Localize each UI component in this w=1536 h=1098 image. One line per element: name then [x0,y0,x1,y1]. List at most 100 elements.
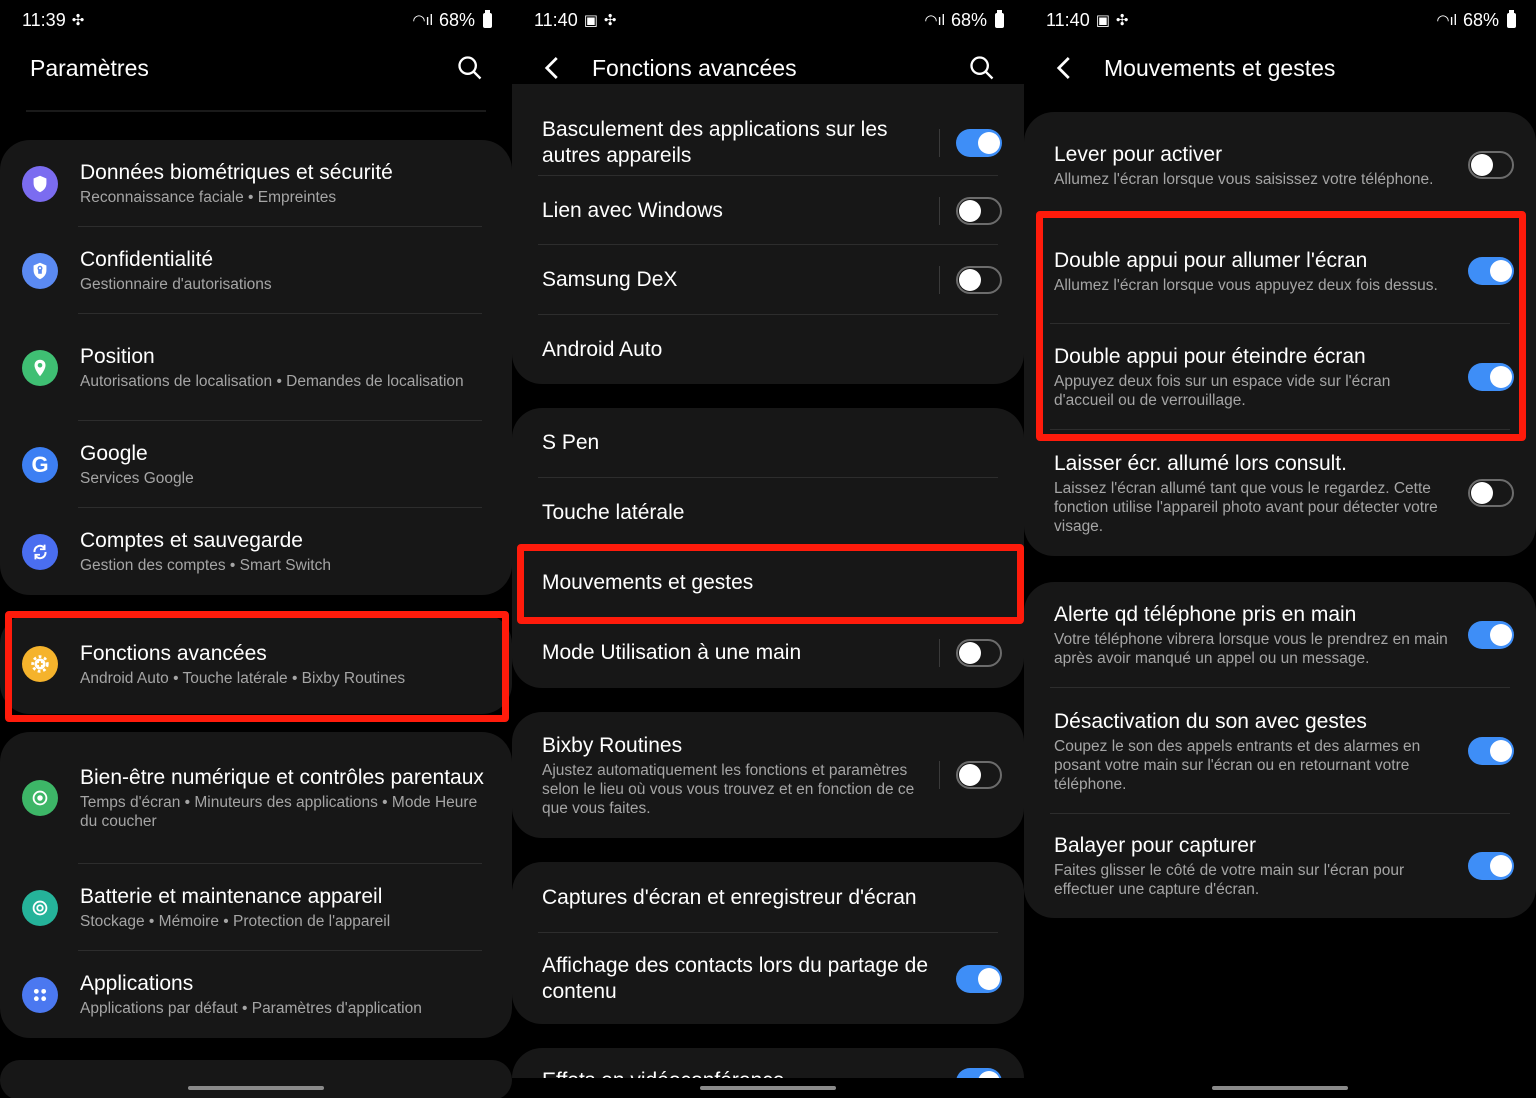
item-title: S Pen [542,431,600,454]
toggle-switch[interactable] [956,129,1002,157]
item-title: Bixby Routines [542,733,683,757]
settings-item-digital-wellbeing[interactable]: Bien-être numérique et contrôles parenta… [0,732,512,864]
item-subtitle: Coupez le son des appels entrants et des… [1054,737,1421,793]
app-bar: Paramètres [30,48,484,88]
item-subtitle: Temps d'écran • Minuteurs des applicatio… [80,794,478,830]
home-indicator[interactable] [700,1086,836,1090]
settings-item-google[interactable]: G Google Services Google [0,421,512,508]
toggle-switch[interactable] [956,761,1002,789]
motions-gestures-panel: 11:40 ▣ ✣ ◠ıl 68% Mouvements et gestes L… [1024,0,1536,1098]
advanced-features-panel: 11:40 ▣ ✣ ◠ıl 68% Fonctions avancées Bas… [512,0,1024,1098]
item-subtitle: Applications par défaut • Paramètres d'a… [80,1000,422,1017]
feature-item-android-auto[interactable]: Android Auto [512,315,1024,384]
fan-notification-icon: ✣ [1115,12,1129,29]
feature-item-link-windows[interactable]: Lien avec Windows [512,176,1024,245]
item-title: Touche latérale [542,501,685,524]
item-title: Android Auto [542,337,663,361]
search-icon[interactable] [456,54,484,82]
settings-item-location[interactable]: Position Autorisations de localisation • … [0,314,512,421]
gesture-item-palm-swipe[interactable]: Balayer pour capturer Faites glisser le c… [1024,814,1536,918]
toggle-switch[interactable] [1468,852,1514,880]
item-title: Basculement des applications sur les aut… [542,118,888,167]
toggle-switch[interactable] [956,964,1002,993]
sync-icon [22,533,58,570]
app-bar: Mouvements et gestes [1046,48,1508,88]
gesture-item-lift-to-wake[interactable]: Lever pour activer Allumez l'écran lorsqu… [1024,112,1536,218]
battery-icon [483,9,492,28]
page-title: Fonctions avancées [592,54,797,81]
feature-item-app-continuity[interactable]: Basculement des applications sur les aut… [512,84,1024,176]
battery-percent: 68% [950,9,987,30]
settings-item-applications[interactable]: Applications Applications par défaut • Pa… [0,951,512,1038]
settings-group-2: Fonctions avancées Android Auto • Touche … [0,614,512,714]
toggle-switch[interactable] [1468,621,1514,649]
item-subtitle: Stockage • Mémoire • Protection de l'app… [80,913,391,930]
search-icon[interactable] [968,54,996,82]
item-title: Captures d'écran et enregistreur d'écran [542,885,917,909]
back-arrow-icon[interactable] [1050,53,1080,83]
item-subtitle: Votre téléphone vibrera lorsque vous le … [1054,631,1448,667]
item-subtitle: Faites glisser le côté de votre main sur… [1054,862,1405,898]
feature-item-s-pen[interactable]: S Pen [512,408,1024,478]
settings-item-battery[interactable]: Batterie et maintenance appareil Stockage… [0,864,512,951]
gesture-item-double-tap-off[interactable]: Double appui pour éteindre écran Appuyez … [1024,324,1536,430]
item-title: Laisser écr. allumé lors consult. [1054,451,1347,475]
toggle-switch[interactable] [1468,479,1514,507]
settings-item-privacy[interactable]: Confidentialité Gestionnaire d'autorisati… [0,227,512,314]
battery-percent: 68% [438,9,475,30]
toggle-switch[interactable] [1468,151,1514,179]
gesture-item-double-tap-on[interactable]: Double appui pour allumer l'écran Allumez… [1024,218,1536,324]
features-group-2: S Pen Touche latérale Mouvements et gest… [512,408,1024,688]
feature-item-motions-gestures[interactable]: Mouvements et gestes [512,548,1024,618]
item-subtitle: Android Auto • Touche latérale • Bixby R… [80,669,406,687]
home-indicator[interactable] [1212,1086,1348,1090]
wellbeing-icon [22,780,58,816]
shield-icon [22,165,58,202]
item-title: Position [80,345,155,368]
item-title: Fonctions avancées [80,641,267,665]
settings-item-biometrics[interactable]: Données biométriques et sécurité Reconnai… [0,140,512,227]
toggle-switch[interactable] [1468,363,1514,391]
settings-item-advanced-features[interactable]: Fonctions avancées Android Auto • Touche … [0,614,512,714]
feature-item-screenshots-recorder[interactable]: Captures d'écran et enregistreur d'écran [512,862,1024,933]
gallery-notification-icon: ▣ [583,12,598,29]
feature-item-share-contacts[interactable]: Affichage des contacts lors du partage d… [512,933,1024,1024]
fan-notification-icon: ✣ [603,12,617,29]
home-indicator[interactable] [188,1086,324,1090]
item-subtitle: Allumez l'écran lorsque vous appuyez deu… [1054,276,1438,294]
app-bar: Fonctions avancées [534,48,996,88]
item-title: Comptes et sauvegarde [80,529,303,552]
battery-percent: 68% [1462,9,1499,30]
item-subtitle: Reconnaissance faciale • Empreintes [80,189,337,206]
wifi-signal-icon: ◠ıl [924,12,945,29]
settings-item-accounts[interactable]: Comptes et sauvegarde Gestion des comptes… [0,508,512,595]
feature-item-bixby-routines[interactable]: Bixby Routines Ajustez automatiquement le… [512,712,1024,838]
status-time: 11:40 [1046,9,1090,30]
feature-item-side-key[interactable]: Touche latérale [512,478,1024,548]
battery-icon [995,9,1004,28]
toggle-switch[interactable] [956,196,1002,225]
item-title: Batterie et maintenance appareil [80,885,383,908]
gesture-item-mute-gestures[interactable]: Désactivation du son avec gestes Coupez l… [1024,688,1536,814]
google-icon: G [22,446,58,483]
feature-item-samsung-dex[interactable]: Samsung DeX [512,245,1024,315]
toggle-switch[interactable] [956,266,1002,294]
battery-icon [1507,9,1516,28]
toggle-switch[interactable] [956,639,1002,667]
battery-care-icon [22,889,58,926]
feature-item-one-handed-mode[interactable]: Mode Utilisation à une main [512,618,1024,688]
gestures-group-1: Lever pour activer Allumez l'écran lorsqu… [1024,112,1536,556]
item-subtitle: Gestion des comptes • Smart Switch [80,557,331,574]
toggle-switch[interactable] [1468,737,1514,765]
gallery-notification-icon: ▣ [1095,12,1110,29]
gesture-item-smart-stay[interactable]: Laisser écr. allumé lors consult. Laissez… [1024,430,1536,556]
gesture-item-pickup-alert[interactable]: Alerte qd téléphone pris en main Votre té… [1024,582,1536,688]
status-bar: 11:39 ✣ ◠ıl 68% [22,8,492,32]
item-title: Données biométriques et sécurité [80,161,393,184]
wifi-signal-icon: ◠ıl [1436,12,1457,29]
settings-group-1: Données biométriques et sécurité Reconnai… [0,140,512,595]
features-group-4: Captures d'écran et enregistreur d'écran… [512,862,1024,1024]
back-arrow-icon[interactable] [538,53,568,83]
item-title: Samsung DeX [542,268,678,291]
toggle-switch[interactable] [1468,257,1514,285]
